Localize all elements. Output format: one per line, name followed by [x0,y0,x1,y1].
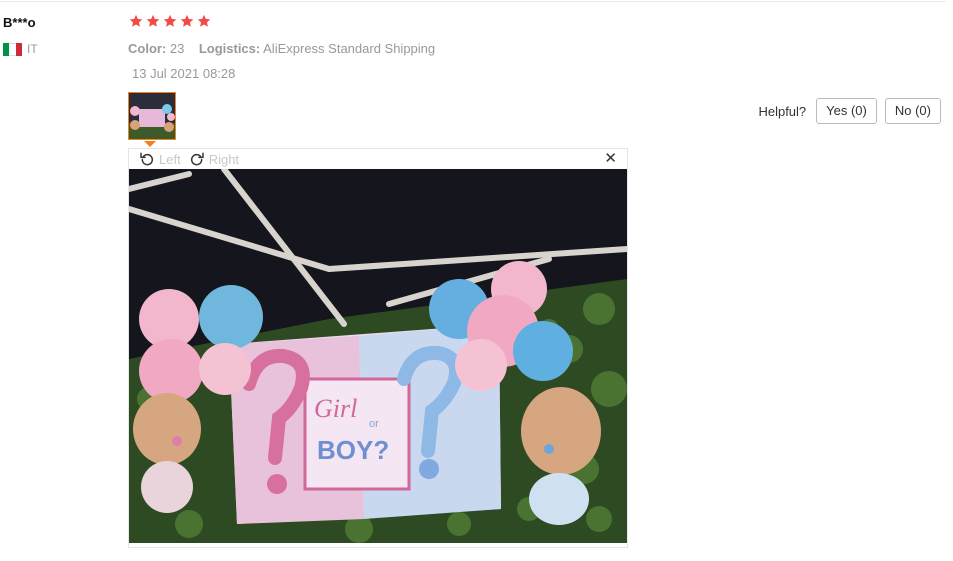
rotate-left-label: Left [159,151,181,167]
star-rating [129,14,211,28]
photo-text-girl: Girl [314,394,357,423]
rotate-left-icon [140,152,154,166]
star-icon [180,14,194,27]
thumbnail-pointer [144,141,156,147]
viewer-toolbar: Left Right ✕ [129,149,627,169]
reviewer-name: B***o [3,15,36,30]
photo-thumbnail[interactable] [128,92,176,140]
star-icon [197,14,211,27]
divider [0,1,946,2]
helpful-yes-button[interactable]: Yes (0) [816,98,877,124]
helpful-vote: Helpful? Yes (0) No (0) [758,98,941,124]
review-photo: Girl or BOY? [129,169,627,543]
italy-flag-icon [3,42,22,56]
close-icon[interactable]: ✕ [604,151,617,167]
rotate-right-label: Right [208,151,240,167]
star-icon [163,14,177,27]
helpful-label: Helpful? [758,103,807,119]
country-code: IT [27,42,38,56]
color-value: 23 [169,41,185,56]
photo-viewer: Left Right ✕ Girl or BOY? [128,148,628,548]
rotate-right-button[interactable]: Right [189,151,239,167]
photo-image: Girl or BOY? [129,169,627,543]
helpful-no-button[interactable]: No (0) [884,98,941,124]
reviewer-country: IT [3,42,38,56]
rotate-left-button[interactable]: Left [139,151,181,167]
logistics-label: Logistics: [198,41,261,56]
review-date: 13 Jul 2021 08:28 [132,66,236,81]
logistics-value: AliExpress Standard Shipping [263,41,436,56]
thumbnail-image [129,93,175,139]
photo-text-or: or [369,418,379,430]
rotate-right-icon [190,152,204,166]
color-label: Color: [128,41,167,56]
order-info: Color: 23 Logistics: AliExpress Standard… [128,41,435,56]
star-icon [129,14,143,27]
star-icon [146,14,160,27]
photo-text-boy: BOY? [317,435,389,465]
